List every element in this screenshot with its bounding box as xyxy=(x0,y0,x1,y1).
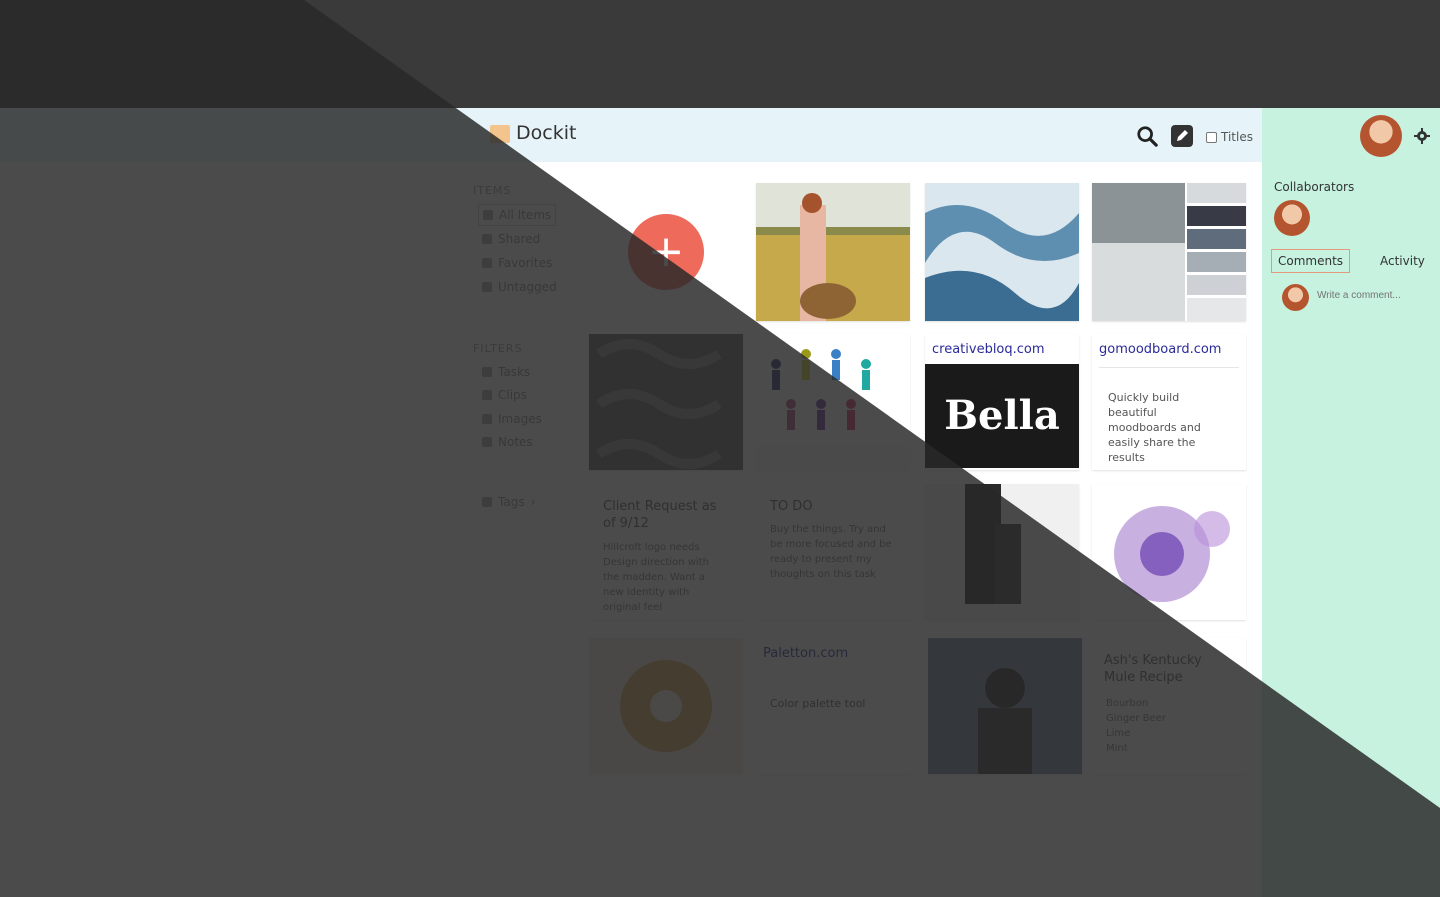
check-icon xyxy=(482,367,492,377)
edit-icon[interactable] xyxy=(1171,125,1193,147)
filter-tasks[interactable]: Tasks xyxy=(478,362,534,382)
app-title: Dockit xyxy=(516,122,577,144)
gomoodboard-link[interactable]: gomoodboard.com xyxy=(1099,342,1221,357)
paletton-link[interactable]: Paletton.com xyxy=(763,646,848,661)
comment-input[interactable] xyxy=(1317,290,1427,301)
pattern-photo xyxy=(589,334,743,470)
image-card-pattern[interactable] xyxy=(589,334,743,470)
titles-checkbox[interactable] xyxy=(1206,131,1217,143)
comment-avatar xyxy=(1282,284,1309,311)
filter-notes[interactable]: Notes xyxy=(478,432,537,452)
note-card-todo[interactable]: TO DO Buy the things. Try and be more fo… xyxy=(756,484,910,620)
sidebar-item-favorites[interactable]: Favorites xyxy=(478,253,556,273)
recipe-ingredient: Ginger Beer xyxy=(1106,713,1166,724)
people-icon xyxy=(482,234,492,244)
image-card-ocean-palette[interactable] xyxy=(1092,183,1246,321)
portrait-photo xyxy=(928,638,1082,774)
sidebar-item-all-items[interactable]: All Items xyxy=(478,204,557,226)
sidebar-item-untagged[interactable]: Untagged xyxy=(478,277,561,297)
dockit-logo xyxy=(490,125,510,143)
boots-photo xyxy=(925,484,1079,620)
right-panel: Collaborators Comments Activity xyxy=(1262,108,1440,897)
tab-activity[interactable]: Activity xyxy=(1374,250,1431,272)
filter-images[interactable]: Images xyxy=(478,409,546,429)
image-icon xyxy=(482,414,492,424)
creativebloq-link[interactable]: creativebloq.com xyxy=(932,342,1045,357)
gear-icon[interactable] xyxy=(1414,128,1430,144)
link-card-paletton[interactable]: Paletton.com Color palette tool xyxy=(756,638,910,774)
paletton-description: Color palette tool xyxy=(770,697,866,710)
tab-comments[interactable]: Comments xyxy=(1271,249,1351,273)
image-card-field[interactable] xyxy=(756,183,910,321)
items-section-title: ITEMS xyxy=(473,184,512,197)
note-title: Ash's Kentucky Mule Recipe xyxy=(1104,653,1202,685)
bella-logo: Bella xyxy=(925,364,1079,468)
note-body: Hillcroft logo needs Design direction wi… xyxy=(603,542,709,613)
food-photo xyxy=(589,638,743,774)
link-card-creativebloq[interactable]: creativebloq.com Bella xyxy=(925,334,1079,470)
image-card-portrait[interactable] xyxy=(928,638,1082,774)
ocean-palette-photo xyxy=(1092,183,1246,321)
image-card-marble[interactable] xyxy=(925,183,1079,321)
link-card-gomoodboard[interactable]: gomoodboard.com Quickly build beautiful … xyxy=(1092,334,1246,470)
tag-icon xyxy=(482,497,492,507)
header: Dockit Titles xyxy=(0,108,1262,162)
clip-icon xyxy=(482,390,492,400)
add-item-button[interactable]: + xyxy=(628,214,704,290)
app-window: Dockit Titles ITEMS All Items Shared Fav… xyxy=(0,108,1440,897)
card-divider xyxy=(1099,367,1239,368)
sidebar-item-shared[interactable]: Shared xyxy=(478,229,544,249)
collaborators-title: Collaborators xyxy=(1274,180,1355,194)
recipe-ingredient: Lime xyxy=(1106,728,1131,739)
image-card-lilac[interactable] xyxy=(1092,484,1246,620)
collaborator-avatar[interactable] xyxy=(1274,200,1310,236)
people-illustration xyxy=(756,334,910,470)
lilac-photo xyxy=(1092,484,1246,620)
field-photo xyxy=(756,183,910,321)
image-card-boots[interactable] xyxy=(925,484,1079,620)
search-icon[interactable] xyxy=(1136,125,1158,147)
note-icon xyxy=(482,437,492,447)
note-card-client-request[interactable]: Client Request as of 9/12 Hillcroft logo… xyxy=(589,484,743,620)
titles-label: Titles xyxy=(1221,130,1253,144)
tag-icon xyxy=(482,282,492,292)
recipe-ingredient: Mint xyxy=(1106,743,1128,754)
note-title: Client Request as of 9/12 xyxy=(603,499,717,531)
filters-section-title: FILTERS xyxy=(473,342,523,355)
image-card-food[interactable] xyxy=(589,638,743,774)
note-card-recipe[interactable]: Ash's Kentucky Mule Recipe Bourbon Ginge… xyxy=(1092,638,1246,774)
note-title: TO DO xyxy=(770,499,813,514)
chevron-right-icon: › xyxy=(530,495,536,509)
note-body: Buy the things. Try and be more focused … xyxy=(770,524,892,580)
grid-icon xyxy=(483,210,493,220)
filter-clips[interactable]: Clips xyxy=(478,385,531,405)
image-card-people[interactable] xyxy=(756,334,910,470)
overlay-top xyxy=(304,0,1440,108)
star-icon xyxy=(482,258,492,268)
tags-link[interactable]: Tags › xyxy=(478,492,539,512)
recipe-ingredient: Bourbon xyxy=(1106,698,1149,709)
user-avatar[interactable] xyxy=(1360,115,1402,157)
board: + creativebloq.com Bella gomoodboard.com… xyxy=(586,162,1262,897)
gomoodboard-description: Quickly build beautiful moodboards and e… xyxy=(1108,391,1201,464)
sidebar: ITEMS All Items Shared Favorites Untagge… xyxy=(462,162,580,897)
titles-toggle[interactable]: Titles xyxy=(1206,130,1253,144)
marble-photo xyxy=(925,183,1079,321)
